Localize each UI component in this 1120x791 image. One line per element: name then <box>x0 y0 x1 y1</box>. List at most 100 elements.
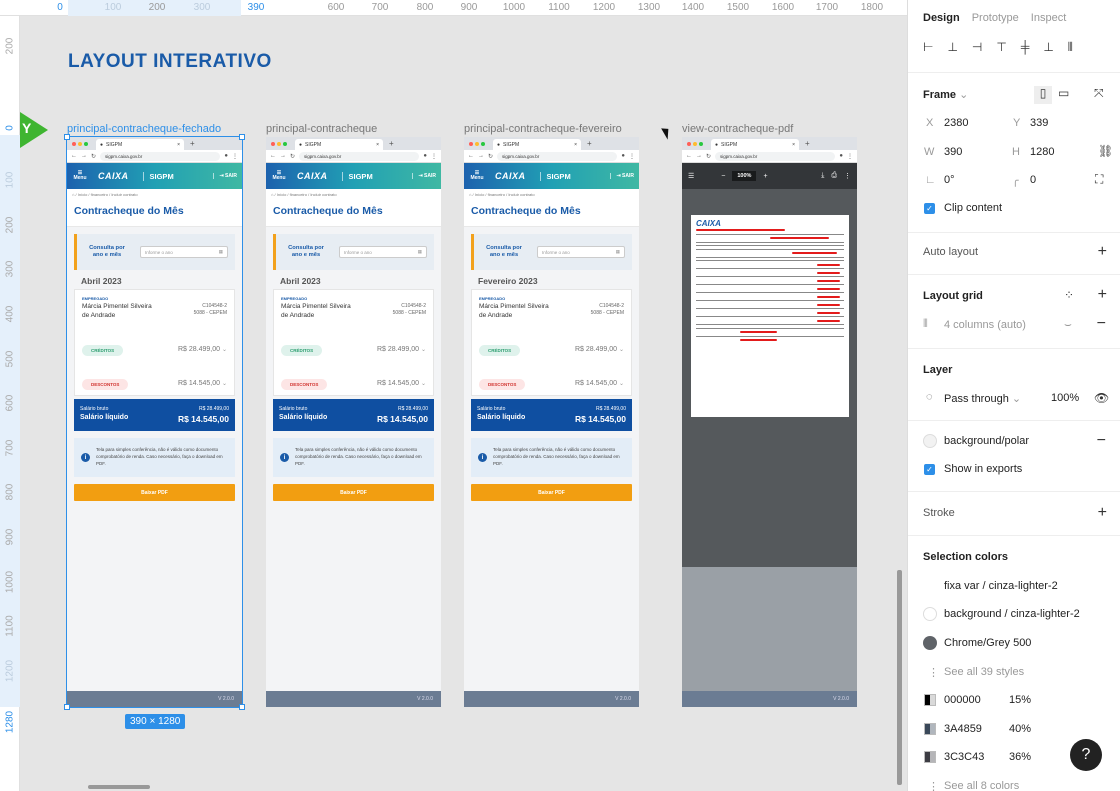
see-all-styles-link[interactable]: See all 39 styles <box>944 666 1024 678</box>
x-input[interactable]: 2380 <box>944 117 968 129</box>
align-right-icon[interactable]: ⊣ <box>972 40 982 55</box>
ruler-tick: 1280 <box>4 710 16 734</box>
resize-handle[interactable] <box>239 134 245 140</box>
salary-summary: Salário bruto Salário líquido R$ 28.499,00… <box>471 399 632 431</box>
grid-styles-icon[interactable]: ⁘ <box>1064 288 1074 302</box>
opacity-input[interactable]: 100% <box>1051 392 1079 404</box>
w-input[interactable]: 390 <box>944 146 962 158</box>
landscape-icon[interactable]: ▭ <box>1058 86 1069 100</box>
rotation-input[interactable]: 0° <box>944 174 955 186</box>
more-dots-icon: ⋮ <box>928 667 939 679</box>
frame-label-pdf[interactable]: view-contracheque-pdf <box>682 123 793 135</box>
stroke-section: Stroke + <box>908 491 1120 535</box>
hex-opacity[interactable]: 40% <box>1009 723 1031 735</box>
constrain-proportions-icon[interactable]: ⛓ <box>1098 144 1113 158</box>
vertical-scrollbar[interactable] <box>897 570 902 785</box>
back-icon: ← <box>71 153 77 159</box>
grid-value[interactable]: 4 columns (auto) <box>944 319 1026 331</box>
independent-corners-icon[interactable]: ⛶ <box>1095 172 1103 187</box>
frame-label-fechado[interactable]: principal-contracheque-fechado <box>67 123 221 135</box>
net-value: R$ 14.545,00 <box>574 414 626 424</box>
more-icon: ⋮ <box>629 153 635 160</box>
layout-grid-section: Layout grid ⁘ + ⦀ 4 columns (auto) ⌣ − <box>908 274 1120 348</box>
layer-title: Layer <box>923 364 953 376</box>
month-title: Abril 2023 <box>81 276 122 286</box>
frame-contracheque-fevereiro[interactable]: ● SIGPM × + ← → ↻ sigpm.caixa.gov.br ● ⋮ ☰ Menu C… <box>464 137 639 707</box>
globe-icon: ● <box>497 141 501 148</box>
see-all-colors-link[interactable]: See all 8 colors <box>944 780 1019 791</box>
fill-style-name[interactable]: background/polar <box>944 435 1029 447</box>
hex-value[interactable]: 000000 <box>944 694 981 706</box>
add-icon[interactable]: + <box>1098 243 1107 261</box>
fit-frame-icon[interactable]: ⤧ <box>1094 86 1104 101</box>
creditos-pill: CRÉDITOS <box>479 345 521 356</box>
color-style-name[interactable]: fixa var / cinza-lighter-2 <box>944 580 1058 592</box>
ruler-tick: 1300 <box>637 2 661 13</box>
frame-label-fevereiro[interactable]: principal-contracheque-fevereiro <box>464 123 622 135</box>
color-style-name[interactable]: Chrome/Grey 500 <box>944 637 1031 649</box>
align-left-icon[interactable]: ⊢ <box>923 40 933 55</box>
color-swatch[interactable] <box>923 636 937 650</box>
version-footer: V 2.0.0 <box>464 691 639 707</box>
consulta-panel: Consulta por ano e mês Informe o ano ▦ <box>74 234 235 270</box>
remove-icon[interactable]: − <box>1097 432 1106 450</box>
color-swatch[interactable] <box>924 694 936 706</box>
month-title: Abril 2023 <box>280 276 321 286</box>
fill-swatch[interactable] <box>923 434 937 448</box>
align-center-h-icon[interactable]: ⊥ <box>947 40 957 55</box>
blend-mode-select[interactable]: Pass through ⌄ <box>944 392 1021 405</box>
help-button[interactable]: ? <box>1070 739 1102 771</box>
y-input[interactable]: 339 <box>1030 117 1048 129</box>
tab-prototype[interactable]: Prototype <box>972 12 1019 24</box>
frame-title[interactable]: Frame ⌄ <box>923 88 968 101</box>
portrait-icon[interactable]: ▯ <box>1034 86 1052 104</box>
hex-value[interactable]: 3C3C43 <box>944 751 984 763</box>
browser-tab-bar: ● SIGPM × + <box>682 137 857 150</box>
horizontal-scrollbar[interactable] <box>88 785 150 789</box>
net-label: Salário líquido <box>279 414 328 421</box>
employee-code: C104548-2 5088 - CEPEM <box>590 303 624 316</box>
align-bottom-icon[interactable]: ⊥ <box>1043 40 1053 55</box>
more-icon: ⋮ <box>847 153 853 160</box>
distribute-icon[interactable]: ⫴ <box>1068 40 1073 55</box>
hex-value[interactable]: 3A4859 <box>944 723 982 735</box>
frame-view-contracheque-pdf[interactable]: ● SIGPM × + ← → ↻ sigpm.caixa.gov.br ● ⋮ ☰ − 10… <box>682 137 857 707</box>
show-in-exports-checkbox[interactable]: ✓ <box>924 464 935 475</box>
profile-icon: ● <box>839 153 843 159</box>
color-swatch[interactable] <box>923 607 937 621</box>
tab-inspect[interactable]: Inspect <box>1031 12 1066 24</box>
gross-label: Salário bruto <box>477 406 506 412</box>
hex-opacity[interactable]: 36% <box>1009 751 1031 763</box>
frame-contracheque[interactable]: ● SIGPM × + ← → ↻ sigpm.caixa.gov.br ● ⋮ ☰ Menu C… <box>266 137 441 707</box>
resize-handle[interactable] <box>64 134 70 140</box>
eye-icon[interactable]: 👁 <box>1094 391 1109 405</box>
add-icon[interactable]: + <box>1098 286 1107 304</box>
info-box: i Tela para simples conferência, não é vá… <box>74 438 235 477</box>
content-heading: Contracheque do Mês <box>266 199 441 227</box>
browser-tab-bar: ● SIGPM × + <box>464 137 639 150</box>
hide-icon[interactable]: ⌣ <box>1064 317 1072 332</box>
resize-handle[interactable] <box>239 704 245 710</box>
frame-contracheque-fechado[interactable]: ● SIGPM × + ← → ↻ sigpm.caixa.gov.br ● ⋮ ☰ Menu C… <box>66 136 243 708</box>
frame-label-principal[interactable]: principal-contracheque <box>266 123 377 135</box>
hex-opacity[interactable]: 15% <box>1009 694 1031 706</box>
remove-icon[interactable]: − <box>1097 315 1106 333</box>
tab-design[interactable]: Design <box>923 12 960 24</box>
back-icon: ← <box>686 153 692 159</box>
color-style-name[interactable]: background / cinza-lighter-2 <box>944 608 1080 620</box>
color-swatch[interactable] <box>924 723 936 735</box>
resize-handle[interactable] <box>64 704 70 710</box>
color-swatch[interactable] <box>924 751 936 763</box>
close-icon: × <box>792 141 795 148</box>
chevron-down-icon: ⌄ <box>420 347 426 353</box>
radius-input[interactable]: 0 <box>1030 174 1036 186</box>
payslip-card: EMPREGADO Márcia Pimentel Silveira de An… <box>74 289 235 396</box>
align-top-icon[interactable]: ⊤ <box>996 40 1006 55</box>
design-canvas[interactable]: 0 100 200 300 390 600 700 800 900 1000 1… <box>0 0 907 791</box>
clip-content-checkbox[interactable]: ✓ <box>924 203 935 214</box>
add-icon[interactable]: + <box>1098 504 1107 522</box>
ruler-tick: 1100 <box>548 2 570 13</box>
new-tab-icon: + <box>190 139 195 148</box>
align-center-v-icon[interactable]: ╪ <box>1021 40 1030 55</box>
h-input[interactable]: 1280 <box>1030 146 1054 158</box>
